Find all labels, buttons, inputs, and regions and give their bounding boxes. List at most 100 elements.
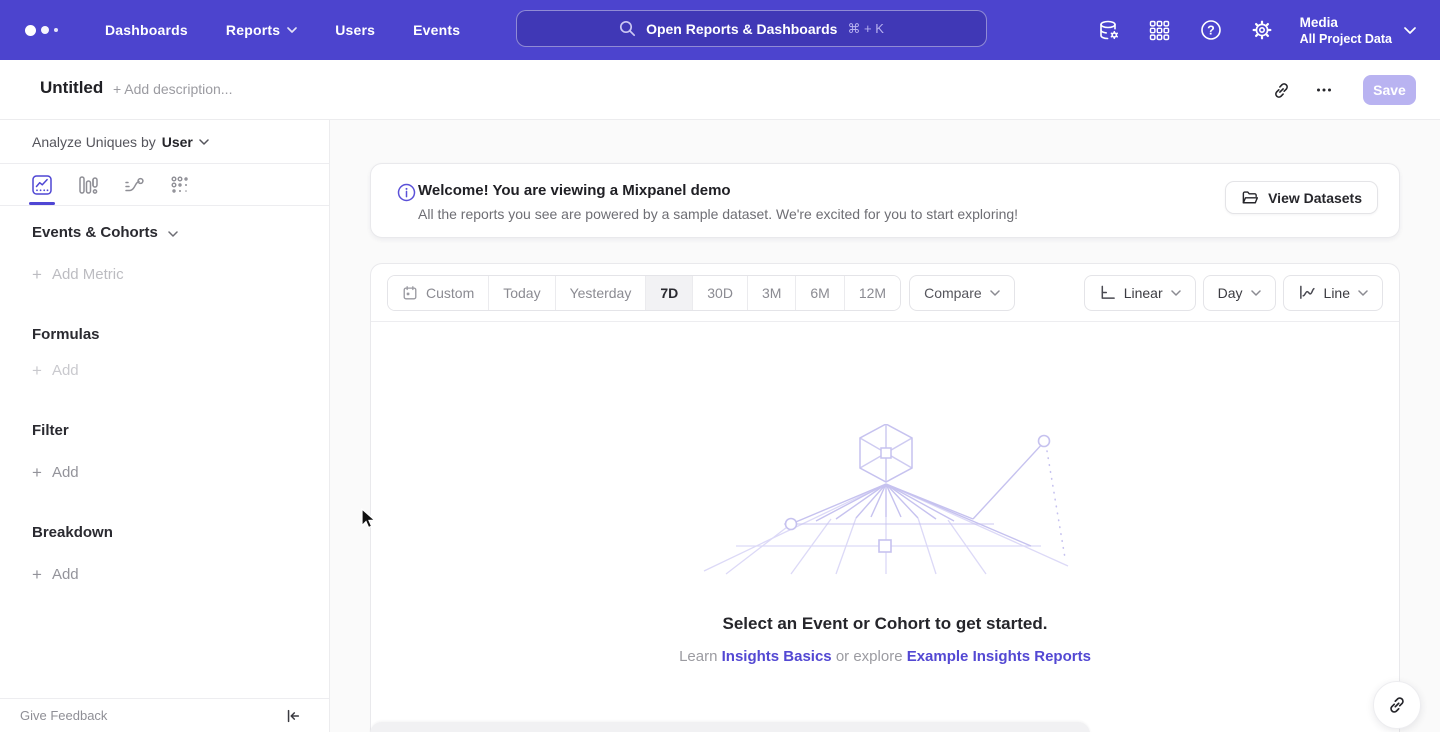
view-datasets-button[interactable]: View Datasets bbox=[1225, 181, 1378, 214]
tab-insights-icon[interactable] bbox=[30, 173, 54, 197]
query-builder-sidebar: Analyze Uniques by User bbox=[0, 120, 330, 732]
range-custom-label: Custom bbox=[426, 285, 474, 301]
selected-tab-indicator bbox=[29, 202, 55, 205]
filter-section-title: Filter bbox=[32, 422, 69, 439]
report-title[interactable]: Untitled bbox=[40, 78, 103, 98]
svg-text:?: ? bbox=[1207, 23, 1215, 37]
add-metric-label: Add Metric bbox=[52, 266, 124, 283]
chevron-down-icon bbox=[1251, 290, 1261, 296]
nav-reports[interactable]: Reports bbox=[226, 22, 297, 38]
range-12m-label: 12M bbox=[859, 285, 886, 301]
data-management-icon[interactable] bbox=[1096, 17, 1122, 43]
calendar-icon bbox=[402, 285, 418, 301]
nav-reports-label: Reports bbox=[226, 22, 280, 38]
banner-title: Welcome! You are viewing a Mixpanel demo bbox=[418, 182, 731, 199]
scale-label: Linear bbox=[1124, 285, 1163, 301]
apps-grid-icon[interactable] bbox=[1147, 17, 1173, 43]
events-cohorts-title: Events & Cohorts bbox=[32, 224, 158, 241]
report-description-placeholder[interactable]: + Add description... bbox=[113, 81, 232, 97]
folder-icon bbox=[1241, 190, 1259, 206]
empty-state-prefix: Learn bbox=[679, 648, 717, 665]
chevron-down-icon bbox=[1358, 290, 1368, 296]
nav-events-label: Events bbox=[413, 22, 460, 38]
sidebar-footer: Give Feedback bbox=[0, 698, 329, 732]
report-header-bar: Untitled + Add description... Save bbox=[0, 60, 1440, 120]
range-yesterday[interactable]: Yesterday bbox=[556, 276, 647, 310]
search-label: Open Reports & Dashboards bbox=[646, 21, 837, 37]
help-icon[interactable]: ? bbox=[1198, 17, 1224, 43]
compare-label: Compare bbox=[924, 285, 982, 301]
range-30d[interactable]: 30D bbox=[693, 276, 748, 310]
interval-label: Day bbox=[1218, 285, 1243, 301]
range-today-label: Today bbox=[503, 285, 540, 301]
add-filter-button[interactable]: + Add bbox=[32, 464, 79, 481]
share-link-button[interactable] bbox=[1373, 681, 1421, 729]
nav-users-label: Users bbox=[335, 22, 375, 38]
link-icon bbox=[1387, 695, 1407, 715]
compare-dropdown[interactable]: Compare bbox=[909, 275, 1015, 311]
add-metric-button[interactable]: + Add Metric bbox=[32, 266, 124, 283]
line-chart-icon bbox=[1298, 284, 1316, 301]
interval-dropdown[interactable]: Day bbox=[1203, 275, 1276, 311]
nav-events[interactable]: Events bbox=[413, 22, 460, 38]
add-formula-label: Add bbox=[52, 362, 79, 379]
chevron-down-icon bbox=[1404, 27, 1416, 34]
range-7d[interactable]: 7D bbox=[646, 276, 693, 310]
collapse-sidebar-icon[interactable] bbox=[285, 708, 301, 724]
tab-retention-icon[interactable] bbox=[168, 173, 192, 197]
banner-subtitle: All the reports you see are powered by a… bbox=[418, 206, 1018, 222]
plus-icon: + bbox=[32, 363, 42, 378]
empty-state-illustration bbox=[696, 424, 1076, 576]
scale-dropdown[interactable]: Linear bbox=[1084, 275, 1196, 311]
settings-gear-icon[interactable] bbox=[1249, 17, 1275, 43]
add-formula-button[interactable]: + Add bbox=[32, 362, 79, 379]
more-options-icon[interactable] bbox=[1311, 77, 1337, 103]
chart-controls-row: Custom Today Yesterday 7D 30D 3M 6M 12M … bbox=[371, 264, 1399, 322]
tab-funnels-icon[interactable] bbox=[76, 173, 100, 197]
insights-chart-card: Custom Today Yesterday 7D 30D 3M 6M 12M … bbox=[370, 263, 1400, 732]
project-name: Media bbox=[1300, 14, 1392, 31]
info-icon bbox=[397, 183, 416, 207]
range-6m-label: 6M bbox=[810, 285, 829, 301]
range-12m[interactable]: 12M bbox=[845, 276, 900, 310]
give-feedback-link[interactable]: Give Feedback bbox=[20, 708, 107, 723]
analyze-row: Analyze Uniques by User bbox=[0, 120, 329, 164]
global-search[interactable]: Open Reports & Dashboards ⌘ + K bbox=[516, 10, 987, 47]
analyze-by-dropdown[interactable]: User bbox=[162, 134, 209, 150]
formulas-section-title: Formulas bbox=[32, 326, 100, 343]
search-shortcut: ⌘ + K bbox=[847, 21, 884, 37]
empty-state-subtitle: Learn Insights Basics or explore Example… bbox=[371, 648, 1399, 665]
range-3m[interactable]: 3M bbox=[748, 276, 796, 310]
empty-state-title: Select an Event or Cohort to get started… bbox=[371, 614, 1399, 634]
chevron-down-icon bbox=[1171, 290, 1181, 296]
range-custom[interactable]: Custom bbox=[388, 276, 489, 310]
chevron-down-icon bbox=[168, 231, 178, 237]
breakdown-section-title: Breakdown bbox=[32, 524, 113, 541]
analyze-label: Analyze Uniques by bbox=[32, 134, 156, 150]
mixpanel-logo-icon[interactable] bbox=[25, 25, 58, 36]
events-cohorts-section[interactable]: Events & Cohorts bbox=[32, 224, 178, 241]
insights-basics-link[interactable]: Insights Basics bbox=[722, 648, 832, 665]
nav-dashboards[interactable]: Dashboards bbox=[105, 22, 188, 38]
mixpanel-insights-page: Dashboards Reports Users Events Open Rep… bbox=[0, 0, 1440, 732]
add-breakdown-button[interactable]: + Add bbox=[32, 566, 79, 583]
search-icon bbox=[619, 20, 636, 37]
range-6m[interactable]: 6M bbox=[796, 276, 844, 310]
range-7d-label: 7D bbox=[660, 285, 678, 301]
tab-flows-icon[interactable] bbox=[122, 173, 146, 197]
project-switcher[interactable]: Media All Project Data bbox=[1300, 14, 1416, 47]
top-nav: Dashboards Reports Users Events Open Rep… bbox=[0, 0, 1440, 60]
copy-link-icon[interactable] bbox=[1268, 77, 1294, 103]
chart-type-label: Line bbox=[1324, 285, 1350, 301]
nav-users[interactable]: Users bbox=[335, 22, 375, 38]
range-today[interactable]: Today bbox=[489, 276, 555, 310]
plus-icon: + bbox=[32, 465, 42, 480]
chart-type-dropdown[interactable]: Line bbox=[1283, 275, 1383, 311]
range-3m-label: 3M bbox=[762, 285, 781, 301]
save-button[interactable]: Save bbox=[1363, 75, 1416, 105]
next-section-peek[interactable] bbox=[370, 722, 1090, 732]
welcome-banner: Welcome! You are viewing a Mixpanel demo… bbox=[370, 163, 1400, 238]
project-subtitle: All Project Data bbox=[1300, 31, 1392, 47]
example-reports-link[interactable]: Example Insights Reports bbox=[907, 648, 1091, 665]
range-yesterday-label: Yesterday bbox=[570, 285, 632, 301]
